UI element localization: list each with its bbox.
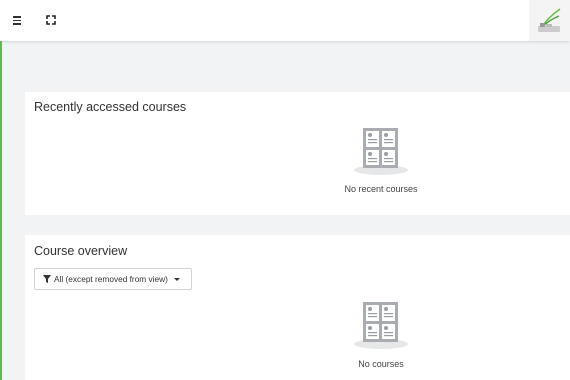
fullscreen-icon[interactable] — [44, 13, 58, 27]
recent-courses-empty-message: No recent courses — [344, 184, 418, 194]
courses-empty-icon — [353, 126, 409, 176]
hamburger-icon[interactable] — [12, 13, 26, 27]
recent-courses-title: Recently accessed courses — [34, 100, 187, 114]
recent-courses-card: Recently accessed courses No recent cour… — [25, 92, 570, 215]
site-logo[interactable] — [529, 0, 570, 41]
top-navbar — [0, 0, 570, 41]
left-accent-bar — [0, 41, 2, 380]
course-filter-dropdown[interactable]: All (except removed from view) — [34, 268, 192, 290]
course-overview-card: Course overview All (except removed from… — [25, 235, 570, 380]
course-overview-title: Course overview — [34, 244, 128, 258]
filter-icon — [43, 275, 51, 283]
course-overview-empty-message: No courses — [358, 359, 404, 369]
courses-empty-icon — [353, 300, 409, 350]
course-filter-label: All (except removed from view) — [54, 274, 168, 284]
caret-down-icon — [173, 277, 180, 281]
